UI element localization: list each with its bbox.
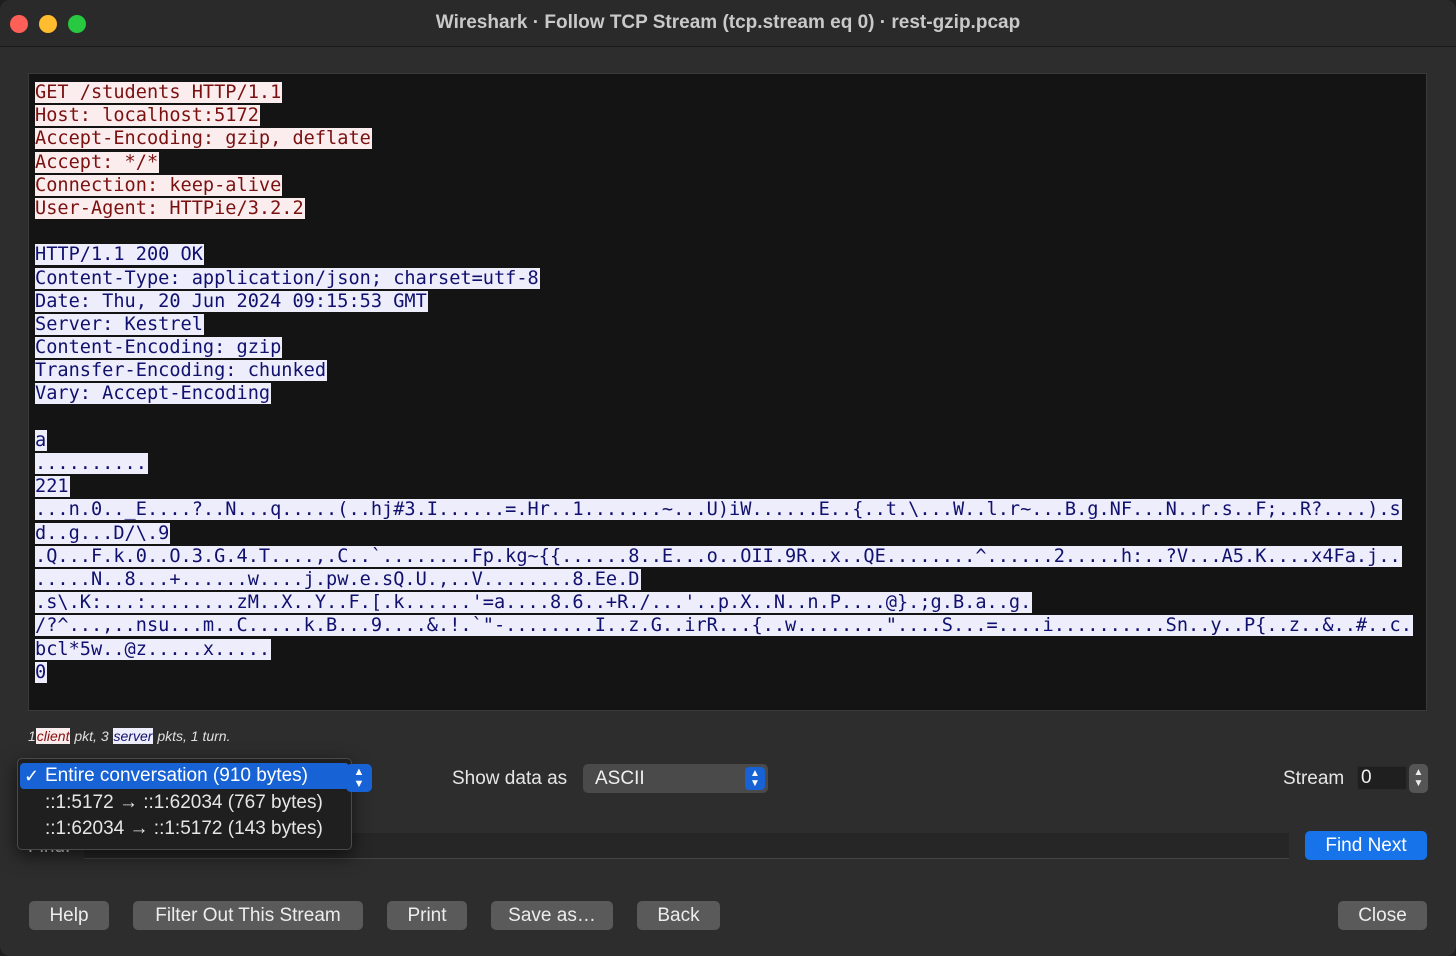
- server-stream-line: HTTP/1.1 200 OK: [35, 243, 1426, 266]
- conversation-option-server-to-client[interactable]: ::1:5172 → ::1:62034 (767 bytes): [18, 790, 351, 816]
- conversation-option-entire[interactable]: ✓ Entire conversation (910 bytes): [20, 763, 349, 789]
- server-stream-text: /?^...,..nsu...m..C.....k.B...9....&.!.`…: [35, 615, 1413, 637]
- server-stream-line: 221: [35, 475, 1426, 498]
- client-stream-line: Accept: */*: [35, 151, 1426, 174]
- server-stream-text: 221: [35, 476, 70, 498]
- server-stream-text: .Q...F.k.0..O.3.G.4.T....,.C..`........F…: [35, 545, 1402, 567]
- conversation-option-client-to-server[interactable]: ::1:62034 → ::1:5172 (143 bytes): [18, 816, 351, 842]
- server-stream-text: .....N..8...+......w....j.pw.e.sQ.U.,..V…: [35, 568, 641, 590]
- server-stream-text: Date: Thu, 20 Jun 2024 09:15:53 GMT: [35, 290, 428, 312]
- conversation-dropdown-menu: ✓ Entire conversation (910 bytes) ::1:51…: [17, 758, 352, 850]
- stream-content-pane[interactable]: GET /students HTTP/1.1 Host: localhost:51…: [28, 73, 1427, 711]
- server-tag: server: [112, 728, 154, 744]
- filter-out-stream-button[interactable]: Filter Out This Stream: [133, 901, 363, 930]
- server-stream-text: d..g...D/\.9: [35, 522, 171, 544]
- show-data-as-value: ASCII: [595, 768, 645, 789]
- server-stream-line: ...n.0.._E....?..N...q.....(..hj#3.I....…: [35, 498, 1426, 521]
- client-stream-text: User-Agent: HTTPie/3.2.2: [35, 197, 305, 219]
- server-stream-line: .s\.K:...:........zM..X..Y..F.[.k......'…: [35, 591, 1426, 614]
- server-stream-line: Transfer-Encoding: chunked: [35, 359, 1426, 382]
- client-stream-text: GET /students HTTP/1.1: [35, 82, 283, 103]
- stream-number-field[interactable]: 0: [1357, 766, 1407, 790]
- server-stream-text: ...n.0.._E....?..N...q.....(..hj#3.I....…: [35, 499, 1402, 521]
- window-title: Wireshark · Follow TCP Stream (tcp.strea…: [435, 12, 1021, 33]
- server-stream-text: Content-Type: application/json; charset=…: [35, 267, 540, 289]
- print-button[interactable]: Print: [387, 901, 467, 930]
- client-stream-line: GET /students HTTP/1.1: [35, 81, 1426, 104]
- title-bar: Wireshark · Follow TCP Stream (tcp.strea…: [0, 0, 1456, 47]
- server-stream-text: HTTP/1.1 200 OK: [35, 244, 204, 266]
- server-stream-text: 0: [35, 661, 48, 683]
- checkmark-icon: ✓: [24, 766, 40, 786]
- server-stream-line: Server: Kestrel: [35, 313, 1426, 336]
- stream-stats: 1client pkt, 3 server pkts, 1 turn.: [28, 728, 230, 744]
- client-stream-line: Host: localhost:5172: [35, 104, 1426, 127]
- stats-suffix: pkts, 1 turn.: [157, 728, 231, 744]
- server-stream-text: Vary: Accept-Encoding: [35, 383, 272, 405]
- server-stream-line: d..g...D/\.9: [35, 522, 1426, 545]
- conversation-select-arrows-icon[interactable]: ▲ ▼: [346, 764, 372, 792]
- follow-tcp-stream-window: Wireshark · Follow TCP Stream (tcp.strea…: [0, 0, 1456, 956]
- client-stream-text: Accept: */*: [35, 151, 160, 173]
- server-stream-line: ..........: [35, 452, 1426, 475]
- server-stream-line: a: [35, 429, 1426, 452]
- close-button[interactable]: Close: [1338, 901, 1427, 930]
- server-stream-line: Date: Thu, 20 Jun 2024 09:15:53 GMT: [35, 290, 1426, 313]
- stats-middle: pkt, 3: [74, 728, 109, 744]
- stream-label: Stream: [1283, 768, 1345, 789]
- client-stream-text: Host: localhost:5172: [35, 105, 260, 127]
- select-arrows-icon: ▲ ▼: [745, 767, 765, 790]
- save-as-button[interactable]: Save as…: [491, 901, 613, 930]
- server-stream-text: a: [35, 429, 48, 451]
- server-stream-text: Server: Kestrel: [35, 313, 204, 335]
- stats-prefix: 1: [28, 728, 36, 744]
- client-stream-line: Connection: keep-alive: [35, 174, 1426, 197]
- server-stream-text: ..........: [35, 453, 148, 474]
- find-next-button[interactable]: Find Next: [1305, 831, 1427, 860]
- back-button[interactable]: Back: [637, 901, 720, 930]
- server-stream-line: bcl*5w..@z.....x.....: [35, 638, 1426, 661]
- stream-stepper-icon[interactable]: ▲ ▼: [1409, 764, 1428, 793]
- server-stream-line: Content-Type: application/json; charset=…: [35, 267, 1426, 290]
- client-stream-line: User-Agent: HTTPie/3.2.2: [35, 197, 1426, 220]
- server-stream-line: /?^...,..nsu...m..C.....k.B...9....&.!.`…: [35, 614, 1426, 637]
- server-stream-line: 0: [35, 661, 1426, 684]
- client-stream-text: Connection: keep-alive: [35, 174, 283, 196]
- conversation-option-label: Entire conversation (910 bytes): [45, 765, 308, 786]
- client-stream-line: Accept-Encoding: gzip, deflate: [35, 127, 1426, 150]
- show-data-as-select[interactable]: ASCII ▲ ▼: [583, 764, 768, 793]
- server-stream-text: bcl*5w..@z.....x.....: [35, 638, 272, 660]
- server-stream-text: Content-Encoding: gzip: [35, 337, 283, 359]
- client-stream-text: Accept-Encoding: gzip, deflate: [35, 128, 372, 150]
- conversation-option-label: ::1:5172 → ::1:62034 (767 bytes): [45, 792, 323, 813]
- server-stream-text: Transfer-Encoding: chunked: [35, 360, 328, 382]
- server-stream-line: .Q...F.k.0..O.3.G.4.T....,.C..`........F…: [35, 545, 1426, 568]
- show-data-as-label: Show data as: [452, 768, 568, 789]
- help-button[interactable]: Help: [29, 901, 109, 930]
- server-stream-text: .s\.K:...:........zM..X..Y..F.[.k......'…: [35, 592, 1033, 614]
- client-tag: client: [35, 728, 71, 744]
- conversation-option-label: ::1:62034 → ::1:5172 (143 bytes): [45, 818, 323, 839]
- server-stream-line: .....N..8...+......w....j.pw.e.sQ.U.,..V…: [35, 568, 1426, 591]
- server-stream-line: Vary: Accept-Encoding: [35, 382, 1426, 405]
- server-stream-line: Content-Encoding: gzip: [35, 336, 1426, 359]
